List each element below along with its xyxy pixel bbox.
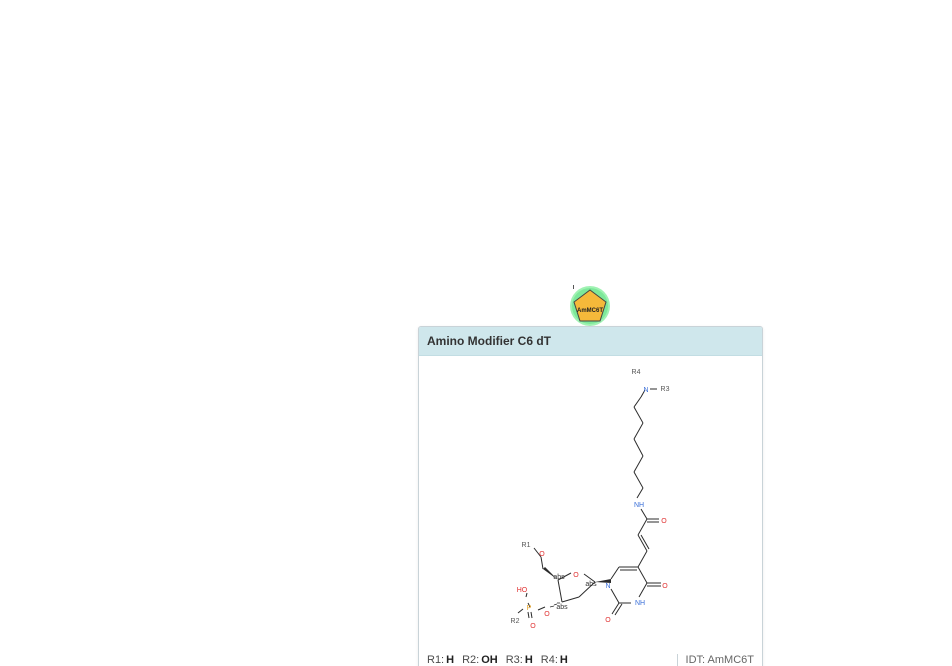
idt-code: IDT: AmMC6T xyxy=(676,654,762,666)
rgroup-r4: R4: H xyxy=(540,654,568,666)
o5-label: O xyxy=(539,551,545,558)
r2-label: R2 xyxy=(511,618,520,625)
idt-label: IDT: xyxy=(685,654,706,666)
rgroup-r3: R3: H xyxy=(505,654,533,666)
o2-label: O xyxy=(605,617,611,624)
tooltip-header: Amino Modifier C6 dT xyxy=(419,327,762,356)
chemical-structure: R4 N R3 NH O R1 O O abs abs abs N O NH O… xyxy=(419,357,762,647)
monomer-symbol: AmMC6T xyxy=(577,308,603,314)
canvas: AmMC6T Amino Modifier C6 dT R4 N R3 NH O… xyxy=(0,0,952,666)
idt-value: AmMC6T xyxy=(707,654,754,666)
tooltip-title: Amino Modifier C6 dT xyxy=(427,334,551,348)
monomer-node-ammc6t[interactable]: AmMC6T xyxy=(569,285,611,327)
p-label: P xyxy=(527,605,532,612)
structure-drawing: R4 N R3 NH O R1 O O abs abs abs N O NH O… xyxy=(511,369,670,630)
ring-o-label: O xyxy=(573,572,579,579)
rgroup-list: R1: H R2: OH R3: H R4: H xyxy=(419,654,568,666)
n3-label: NH xyxy=(635,600,645,607)
amine-n-label: N xyxy=(643,387,648,394)
stereo-abs-3: abs xyxy=(556,604,568,611)
r3-label: R3 xyxy=(661,386,670,393)
n1-label: N xyxy=(605,583,610,590)
stereo-abs-2: abs xyxy=(585,581,597,588)
r4-label: R4 xyxy=(632,369,641,376)
amide-nh-label: NH xyxy=(634,502,644,509)
amide-o-label: O xyxy=(661,518,667,525)
ho-label: HO xyxy=(517,587,528,594)
stereo-abs-1: abs xyxy=(553,574,565,581)
r1-label: R1 xyxy=(522,542,531,549)
o4-label: O xyxy=(662,583,668,590)
monomer-tooltip: Amino Modifier C6 dT R4 N R3 NH O R1 O O… xyxy=(418,326,763,666)
rgroup-r2: R2: OH xyxy=(462,654,498,666)
o3p-label: O xyxy=(544,611,550,618)
tooltip-footer: R1: H R2: OH R3: H R4: H IDT: AmMC6T xyxy=(419,649,762,666)
monomer-pentagon-icon: AmMC6T xyxy=(570,286,610,326)
rgroup-r1: R1: H xyxy=(427,654,455,666)
po-label: O xyxy=(530,623,536,630)
